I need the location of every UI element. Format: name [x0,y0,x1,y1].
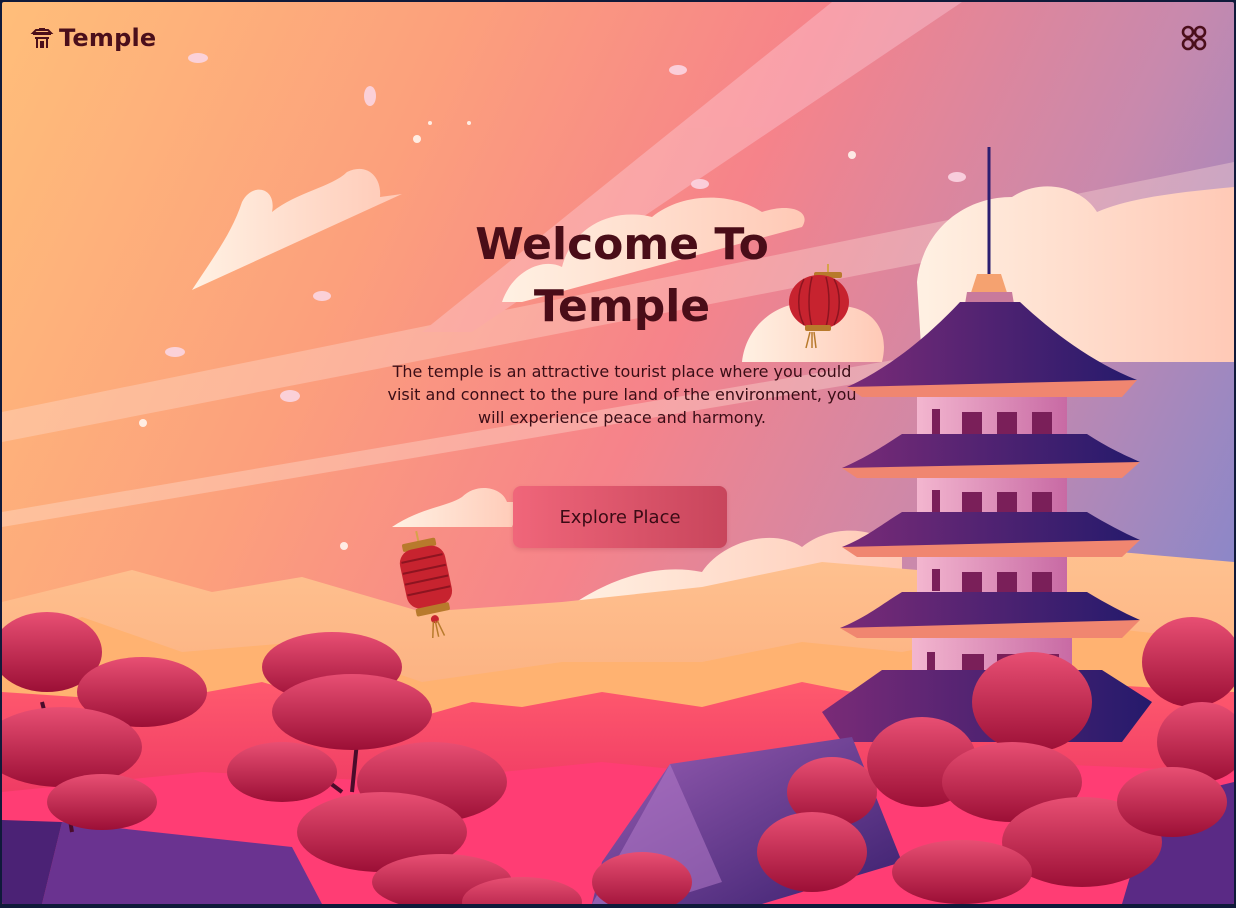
brand-name: Temple [59,24,157,52]
hero-title: Welcome To Temple [372,214,872,338]
page-frame: Temple Welcome To Temple The temple is a… [2,2,1234,904]
grid-menu-icon[interactable] [1180,24,1208,52]
temple-icon [30,28,54,48]
explore-place-button[interactable]: Explore Place [513,486,727,548]
hero-title-line1: Welcome To [475,219,769,270]
hero-title-line2: Temple [533,281,711,332]
hero-description: The temple is an attractive tourist plac… [387,362,857,427]
hero-section: Welcome To Temple The temple is an attra… [372,214,872,429]
landscape-illustration [2,2,1234,904]
brand-logo[interactable]: Temple [30,22,156,54]
top-bar: Temple [2,2,1234,74]
